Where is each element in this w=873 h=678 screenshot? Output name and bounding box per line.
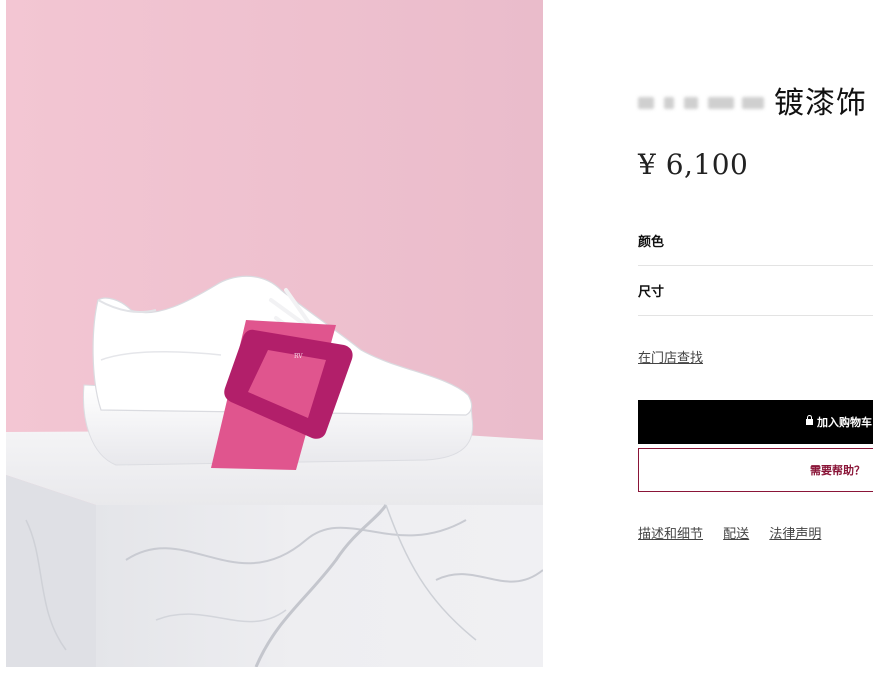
size-label: 尺寸	[638, 285, 665, 300]
detail-tabs: 描述和细节 配送 法律声明	[638, 523, 837, 542]
tab-description[interactable]: 描述和细节	[638, 527, 703, 542]
blurred-title-prefix	[638, 89, 768, 115]
color-label: 颜色	[638, 235, 665, 250]
product-price: ¥ 6,100	[638, 148, 749, 181]
product-photo: RV	[6, 0, 543, 667]
color-selector[interactable]: 颜色	[638, 215, 873, 266]
tab-shipping[interactable]: 配送	[723, 527, 749, 542]
need-help-label: 需要帮助？	[810, 464, 865, 477]
lock-icon	[806, 415, 813, 425]
product-title-text: 镀漆饰	[774, 86, 867, 121]
product-image: RV	[6, 0, 543, 667]
size-selector[interactable]: 尺寸	[638, 265, 873, 316]
svg-text:RV: RV	[294, 353, 303, 360]
product-title: 镀漆饰	[638, 78, 867, 122]
tab-legal[interactable]: 法律声明	[769, 527, 821, 542]
find-in-store-link[interactable]: 在门店查找	[638, 347, 703, 366]
add-to-cart-label: 加入购物车	[817, 416, 872, 429]
need-help-button[interactable]: 需要帮助？	[638, 448, 873, 492]
add-to-cart-button[interactable]: 加入购物车	[638, 400, 873, 444]
